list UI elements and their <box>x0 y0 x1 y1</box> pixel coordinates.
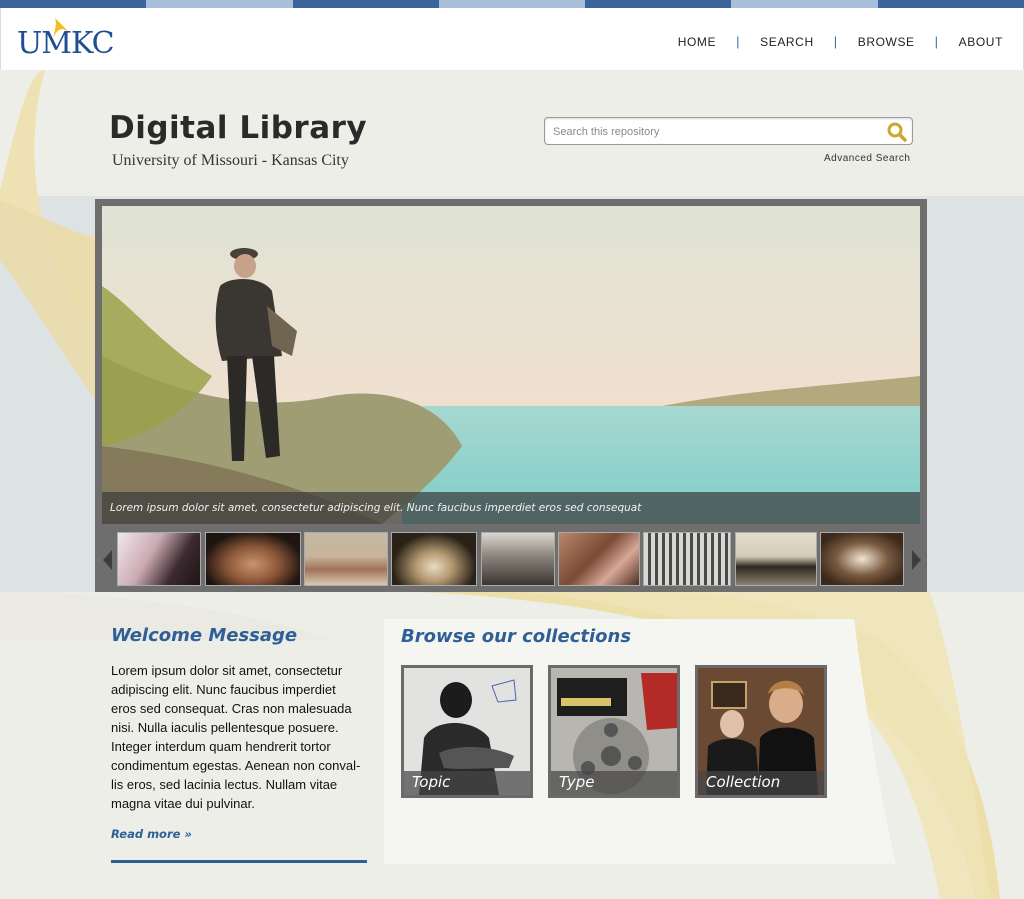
slide-photo-fisherman[interactable] <box>102 206 920 524</box>
thumbnail[interactable] <box>304 532 388 586</box>
thumbnail[interactable] <box>117 532 201 586</box>
search-icon[interactable] <box>886 121 908 143</box>
thumbnail[interactable] <box>643 532 731 586</box>
collection-card-collection[interactable]: Collection <box>695 665 827 798</box>
umkc-logo[interactable]: UMKC <box>17 18 115 61</box>
slide-caption: Lorem ipsum dolor sit amet, consectetur … <box>110 502 642 514</box>
collection-label: Collection <box>706 773 781 791</box>
collection-label: Type <box>559 773 595 791</box>
nav-search[interactable]: SEARCH <box>760 35 814 49</box>
nav-about[interactable]: ABOUT <box>959 35 1003 49</box>
read-more-link[interactable]: Read more » <box>111 827 192 841</box>
main-nav: HOME | SEARCH | BROWSE | ABOUT <box>678 34 1003 49</box>
nav-separator: | <box>833 34 838 49</box>
search-box <box>544 117 913 145</box>
nav-separator: | <box>736 34 741 49</box>
thumbnail-strip <box>95 532 927 588</box>
slide-caption-bar: Lorem ipsum dolor sit amet, consectetur … <box>102 492 920 524</box>
thumbnail[interactable] <box>481 532 555 586</box>
welcome-body: Lorem ipsum dolor sit amet, consectetur … <box>111 663 361 811</box>
collection-label-bar: Type <box>551 771 677 795</box>
thumbnail[interactable] <box>820 532 904 586</box>
page-subtitle: University of Missouri - Kansas City <box>112 152 349 169</box>
advanced-search-link[interactable]: Advanced Search <box>824 153 910 164</box>
chevron-right-icon[interactable] <box>912 550 921 570</box>
chevron-left-icon[interactable] <box>103 550 112 570</box>
welcome-heading: Welcome Message <box>111 625 298 646</box>
collection-card-type[interactable]: Type <box>548 665 680 798</box>
site-header: UMKC HOME | SEARCH | BROWSE | ABOUT <box>0 8 1024 70</box>
thumbnail[interactable] <box>735 532 817 586</box>
thumbnail[interactable] <box>558 532 640 586</box>
collection-card-topic[interactable]: Topic <box>401 665 533 798</box>
collection-label-bar: Topic <box>404 771 530 795</box>
thumbnail[interactable] <box>205 532 301 586</box>
collections-heading: Browse our collections <box>401 626 632 647</box>
collection-label-bar: Collection <box>698 771 824 795</box>
logo-text: UMKC <box>17 26 115 61</box>
image-slider: Lorem ipsum dolor sit amet, consectetur … <box>95 199 927 592</box>
page-title: Digital Library <box>109 110 368 146</box>
collection-label: Topic <box>412 773 451 791</box>
divider <box>111 860 367 863</box>
thumbnail[interactable] <box>391 532 477 586</box>
nav-home[interactable]: HOME <box>678 35 716 49</box>
nav-browse[interactable]: BROWSE <box>858 35 915 49</box>
nav-separator: | <box>934 34 939 49</box>
search-input[interactable] <box>553 122 873 142</box>
